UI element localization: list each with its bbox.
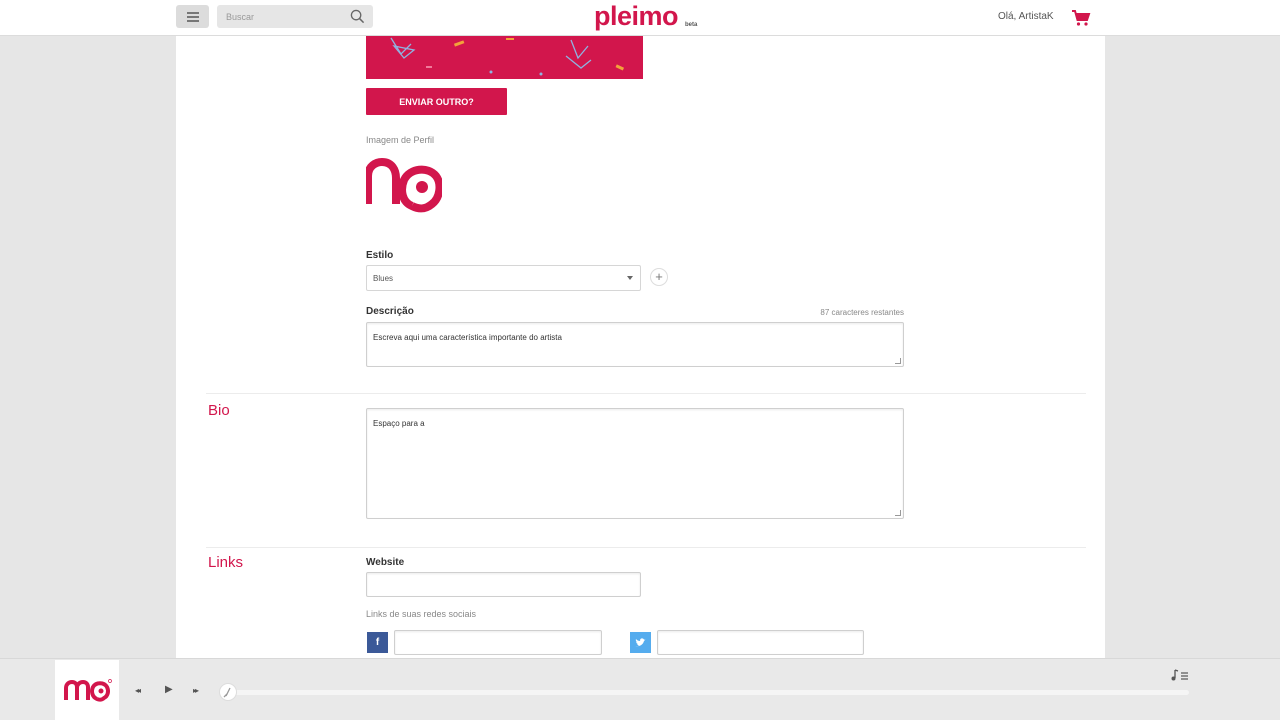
resend-cover-button[interactable]: ENVIAR OUTRO? — [366, 88, 507, 115]
twitter-bird-icon — [635, 638, 646, 647]
menu-button[interactable] — [176, 5, 209, 28]
style-select[interactable]: Blues — [366, 265, 641, 291]
facebook-icon: f — [367, 632, 388, 653]
playlist-icon[interactable] — [1171, 668, 1189, 682]
twitter-input[interactable] — [657, 630, 864, 655]
next-button[interactable]: ▸▸ — [193, 686, 199, 695]
cover-image — [366, 36, 643, 79]
description-text: Escreva aqui uma característica importan… — [373, 333, 562, 342]
description-label: Descrição — [366, 306, 414, 317]
style-select-value: Blues — [373, 274, 394, 283]
resize-handle-icon[interactable] — [895, 358, 901, 364]
edit-artist-panel: ENVIAR OUTRO? Imagem de Perfil Estilo Bl… — [176, 36, 1105, 660]
cover-pattern — [390, 37, 625, 76]
music-player-bar: ◂◂ ▶ ▸▸ — [0, 658, 1280, 720]
description-char-counter: 87 caracteres restantes — [820, 308, 904, 317]
beta-badge: beta — [685, 22, 698, 28]
description-textarea[interactable]: Escreva aqui uma característica importan… — [366, 322, 904, 367]
menu-icon-line — [186, 11, 199, 14]
top-bar: pleimo beta Olá, ArtistaK — [0, 0, 1280, 36]
website-input[interactable] — [366, 572, 641, 597]
bio-textarea[interactable]: Espaço para a — [366, 408, 904, 519]
progress-knob[interactable] — [219, 683, 237, 701]
bio-section-title: Bio — [208, 402, 230, 419]
search-input[interactable] — [217, 5, 337, 28]
website-label: Website — [366, 557, 405, 568]
previous-button[interactable]: ◂◂ — [135, 686, 141, 695]
chevron-down-icon — [627, 276, 633, 280]
twitter-icon — [630, 632, 651, 653]
facebook-input[interactable] — [394, 630, 602, 655]
player-logo[interactable] — [55, 660, 119, 720]
mo-logo-icon — [64, 679, 112, 702]
profile-image[interactable] — [366, 154, 442, 214]
brand-name: pleimo — [594, 1, 679, 31]
pin-icon — [223, 687, 231, 698]
menu-icon-line — [186, 19, 199, 22]
add-style-button[interactable]: + — [650, 268, 668, 286]
brand-logo[interactable]: pleimo beta — [594, 1, 714, 34]
progress-bar[interactable] — [229, 690, 1189, 695]
resize-handle-icon[interactable] — [895, 510, 901, 516]
user-greeting[interactable]: Olá, ArtistaK — [998, 11, 1054, 22]
style-label: Estilo — [366, 250, 394, 261]
links-section-title: Links — [208, 554, 244, 571]
social-links-label: Links de suas redes sociais — [366, 609, 477, 619]
bio-text: Espaço para a — [373, 419, 425, 428]
search-icon[interactable] — [350, 9, 365, 24]
play-button[interactable]: ▶ — [165, 684, 173, 695]
section-divider — [206, 547, 1086, 548]
cart-icon[interactable] — [1071, 9, 1091, 27]
profile-image-label: Imagem de Perfil — [366, 135, 435, 145]
section-divider — [206, 393, 1086, 394]
menu-icon-line — [186, 15, 199, 18]
search-box — [217, 5, 373, 28]
